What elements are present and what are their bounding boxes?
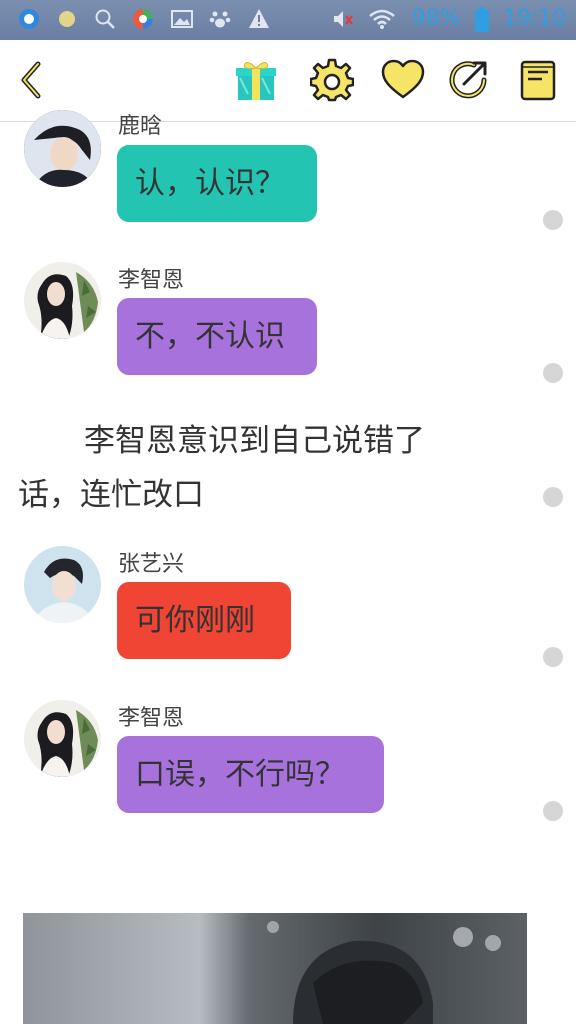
avatar-photo bbox=[24, 262, 101, 339]
wifi-icon bbox=[369, 9, 395, 29]
message-status-dot[interactable] bbox=[543, 210, 563, 230]
avatar[interactable] bbox=[24, 110, 101, 187]
clock: 19:10 bbox=[503, 6, 567, 31]
avatar-photo bbox=[24, 110, 101, 187]
message-bubble[interactable]: 可你刚刚 bbox=[117, 582, 291, 659]
message-status-dot[interactable] bbox=[543, 647, 563, 667]
mute-icon bbox=[334, 11, 353, 27]
avatar-photo bbox=[24, 546, 101, 623]
notes-icon[interactable] bbox=[516, 58, 560, 102]
browser-icon bbox=[133, 9, 153, 29]
avatar-photo bbox=[24, 700, 101, 777]
speaker-name: 李智恩 bbox=[118, 268, 185, 293]
settings-icon[interactable] bbox=[310, 58, 354, 102]
status-bar: 98% 19:10 bbox=[0, 0, 576, 40]
avatar[interactable] bbox=[24, 700, 101, 777]
message-bubble[interactable]: 认，认识？ bbox=[117, 145, 317, 222]
notification-dot-icon bbox=[59, 11, 75, 27]
battery-percent: 98% bbox=[412, 6, 461, 31]
message-bubble[interactable]: 不，不认识 bbox=[117, 298, 317, 375]
qq-icon bbox=[19, 9, 39, 29]
message-text: 可你刚刚 bbox=[135, 603, 255, 638]
story-image[interactable] bbox=[23, 913, 527, 1024]
image-icon bbox=[171, 10, 193, 28]
avatar[interactable] bbox=[24, 546, 101, 623]
toolbar bbox=[0, 40, 576, 122]
speaker-name: 李智恩 bbox=[118, 706, 185, 731]
message-status-dot[interactable] bbox=[543, 363, 563, 383]
warning-icon bbox=[249, 9, 269, 28]
battery-icon bbox=[475, 7, 489, 32]
message-text: 口误，不行吗？ bbox=[135, 757, 345, 792]
search-icon bbox=[95, 9, 115, 29]
heart-icon[interactable] bbox=[381, 58, 425, 102]
message-bubble[interactable]: 口误，不行吗？ bbox=[117, 736, 384, 813]
message-status-dot[interactable] bbox=[543, 487, 563, 507]
back-icon[interactable] bbox=[10, 58, 54, 102]
speaker-name: 张艺兴 bbox=[118, 552, 185, 577]
story-photo bbox=[267, 921, 501, 1024]
avatar[interactable] bbox=[24, 262, 101, 339]
narration-text: 李智恩意识到自己说错了话，连忙改口 bbox=[18, 423, 425, 513]
message-text: 不，不认识 bbox=[135, 319, 285, 354]
paw-icon bbox=[209, 11, 231, 28]
speaker-name: 鹿晗 bbox=[118, 114, 163, 139]
message-status-dot[interactable] bbox=[543, 801, 563, 821]
message-text: 认，认识？ bbox=[135, 166, 285, 201]
gift-icon[interactable] bbox=[234, 58, 278, 102]
share-icon[interactable] bbox=[446, 58, 490, 102]
